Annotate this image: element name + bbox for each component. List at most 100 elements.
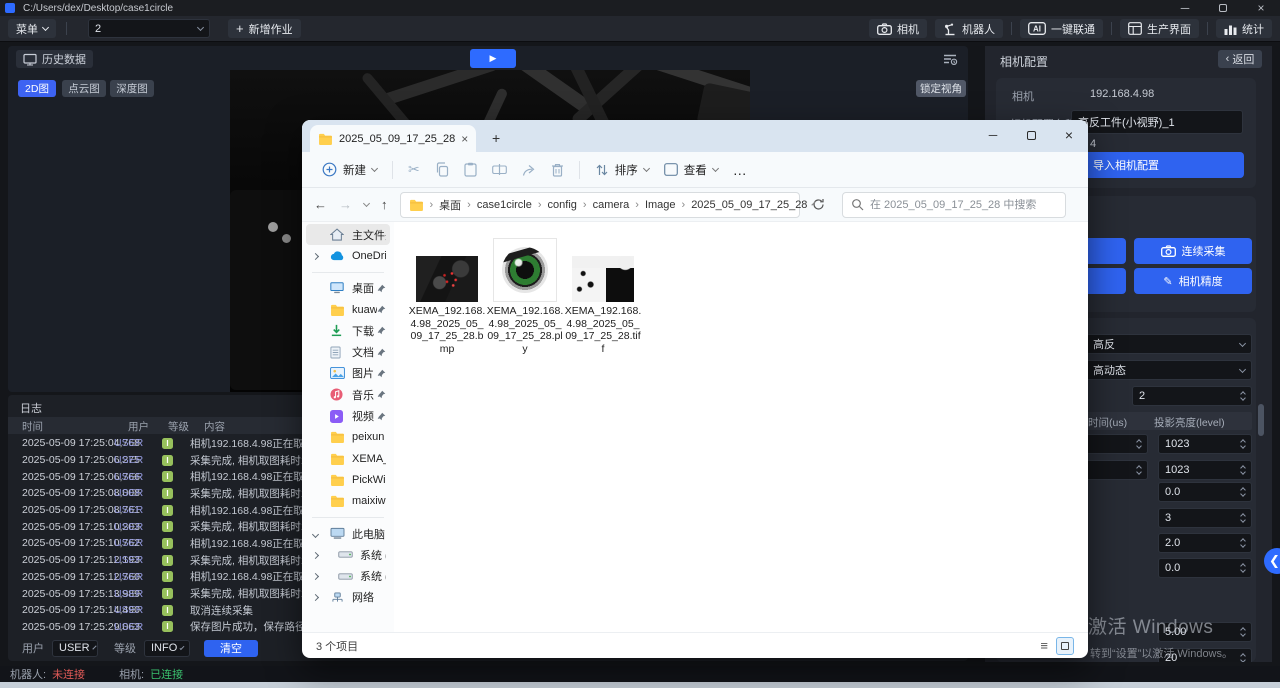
chevron-down-icon[interactable]	[313, 528, 318, 540]
new-tab-button[interactable]: +	[492, 130, 500, 146]
tab-close-icon[interactable]: ×	[461, 132, 468, 146]
mode-select-1[interactable]: 高反	[1086, 334, 1252, 354]
sidebar-item-drive-c[interactable]: 系统 (C:)	[306, 544, 390, 565]
param-spinner-2[interactable]: 3	[1158, 508, 1252, 528]
panel-scrollbar-thumb[interactable]	[1258, 404, 1264, 436]
rename-icon[interactable]	[492, 163, 507, 176]
back-button[interactable]: ‹ 返回	[1218, 50, 1262, 68]
new-job-button[interactable]: + 新增作业	[228, 19, 301, 38]
lock-view-button[interactable]: 锁定视角	[916, 80, 966, 97]
paste-icon[interactable]	[464, 162, 477, 177]
param-spinner-3[interactable]: 2.0	[1158, 533, 1252, 553]
sidebar-item-home[interactable]: 主文件夹	[306, 224, 390, 245]
delete-icon[interactable]	[551, 163, 564, 177]
filter-settings-icon[interactable]	[942, 52, 958, 66]
explorer-tab[interactable]: 2025_05_09_17_25_28 ×	[310, 125, 476, 152]
refresh-icon[interactable]	[812, 198, 825, 211]
exposure-count-value: 2	[1139, 390, 1145, 402]
back-nav-icon[interactable]: ←	[314, 197, 327, 212]
log-user: USER	[114, 487, 154, 499]
breadcrumb-segment[interactable]: config	[548, 199, 577, 211]
sidebar-item-network[interactable]: 网络	[306, 587, 390, 608]
sidebar-item-pictures[interactable]: 图片	[306, 363, 390, 384]
minimize-button[interactable]: ─	[1166, 0, 1204, 16]
sidebar-item-label: 文档	[352, 344, 374, 360]
list-view-icon[interactable]: ≡	[1040, 638, 1048, 653]
sidebar-item-peixun[interactable]: peixun	[306, 427, 390, 448]
log-user-filter-select[interactable]: USER	[52, 640, 98, 657]
file-item[interactable]: XEMA_192.168.4.98_2025_05_09_17_25_28.bm…	[408, 236, 486, 355]
chevron-right-icon[interactable]	[313, 549, 318, 561]
file-name: XEMA_192.168.4.98_2025_05_09_17_25_28.ti…	[564, 305, 642, 355]
menu-button[interactable]: 菜单	[8, 19, 56, 38]
continuous-capture-button[interactable]: 连续采集	[1134, 238, 1252, 264]
large-icons-view-icon[interactable]	[1056, 637, 1074, 655]
explorer-maximize-button[interactable]	[1012, 120, 1050, 150]
production-button[interactable]: 生产界面	[1120, 19, 1199, 38]
breadcrumb-segment[interactable]: camera	[593, 199, 630, 211]
play-button[interactable]: ▶	[470, 49, 516, 68]
brightness-spinner-2[interactable]: 1023	[1158, 460, 1252, 480]
breadcrumb-segment[interactable]: case1circle	[477, 199, 532, 211]
job-select[interactable]: 2	[88, 19, 210, 38]
history-data-button[interactable]: 历史数据	[16, 50, 93, 68]
file-item[interactable]: XEMA_192.168.4.98_2025_05_09_17_25_28.ti…	[564, 236, 642, 355]
sidebar-item-music[interactable]: 音乐	[306, 384, 390, 405]
copy-icon[interactable]	[435, 162, 449, 177]
ai-connect-button[interactable]: AI 一键联通	[1020, 19, 1103, 38]
tab-point-cloud[interactable]: 点云图	[62, 80, 106, 97]
more-options-button[interactable]: …	[733, 162, 747, 178]
view-button[interactable]: 查看	[664, 162, 718, 178]
tab-2d-image[interactable]: 2D图	[18, 80, 56, 97]
file-item[interactable]: XEMA_192.168.4.98_2025_05_09_17_25_28.pl…	[486, 236, 564, 355]
explorer-content[interactable]: XEMA_192.168.4.98_2025_05_09_17_25_28.bm…	[394, 222, 1088, 632]
sort-button[interactable]: 排序	[595, 162, 649, 178]
breadcrumb-segment[interactable]: 桌面	[439, 197, 461, 213]
drive-icon	[338, 550, 355, 559]
forward-nav-icon[interactable]: →	[339, 197, 352, 212]
brightness-spinner-1[interactable]: 1023	[1158, 434, 1252, 454]
explorer-minimize-button[interactable]: ─	[974, 120, 1012, 150]
exposure-count-spinner[interactable]: 2	[1132, 386, 1252, 406]
camera-button[interactable]: 相机	[869, 19, 927, 38]
breadcrumb-segment[interactable]: 2025_05_09_17_25_28	[691, 199, 807, 211]
chevron-right-icon[interactable]	[313, 250, 318, 262]
camera-accuracy-button[interactable]: ✎ 相机精度	[1134, 268, 1252, 294]
chevron-right-icon[interactable]	[313, 570, 318, 582]
param-spinner-1[interactable]: 0.0	[1158, 482, 1252, 502]
clear-log-button[interactable]: 清空	[204, 640, 258, 657]
config-name-input[interactable]	[1071, 110, 1243, 134]
param-spinner-4[interactable]: 0.0	[1158, 558, 1252, 578]
maximize-button[interactable]	[1204, 0, 1242, 16]
sidebar-item-maixiwuxuzhu[interactable]: maixiwuxuzhu	[306, 491, 390, 512]
sidebar-item-drive-d[interactable]: 系统 (D:)	[306, 565, 390, 586]
mode-select-2[interactable]: 高动态	[1086, 360, 1252, 380]
sidebar-item-xema-sdk[interactable]: XEMA_SDK_V	[306, 448, 390, 469]
explorer-close-button[interactable]: ×	[1050, 120, 1088, 150]
tab-depth-map[interactable]: 深度图	[110, 80, 154, 97]
stats-button[interactable]: 统计	[1216, 19, 1272, 38]
sidebar-item-kuawei-dat[interactable]: kuawei_dat	[306, 299, 390, 320]
search-input[interactable]	[870, 199, 1040, 211]
robot-button[interactable]: 机器人	[935, 19, 1003, 38]
log-content: 相机192.168.4.98正在取图	[190, 503, 314, 518]
share-icon[interactable]	[522, 163, 536, 177]
cut-icon[interactable]: ✂	[408, 161, 420, 178]
up-nav-icon[interactable]: ↑	[381, 197, 388, 212]
breadcrumb-segment[interactable]: Image	[645, 199, 676, 211]
recent-locations-icon[interactable]	[363, 200, 370, 207]
search-box[interactable]	[842, 192, 1066, 218]
sidebar-item-videos[interactable]: 视频	[306, 405, 390, 426]
sidebar-item-this-pc[interactable]: 此电脑	[306, 523, 390, 544]
close-button[interactable]: ×	[1242, 0, 1280, 16]
sidebar-item-downloads[interactable]: 下载	[306, 320, 390, 341]
chevron-right-icon[interactable]	[313, 591, 318, 603]
log-level-filter-select[interactable]: INFO	[144, 640, 190, 657]
new-button[interactable]: 新建	[322, 162, 377, 178]
sidebar-item-documents[interactable]: 文档	[306, 341, 390, 362]
sidebar-item-desktop[interactable]: 桌面	[306, 278, 390, 299]
breadcrumb[interactable]: › 桌面›case1circle›config›camera›Image›202…	[400, 192, 800, 218]
sidebar-item-label: 下载	[352, 323, 374, 339]
sidebar-item-pickwiz[interactable]: PickWiz	[306, 469, 390, 490]
sidebar-item-onedrive[interactable]: OneDrive	[306, 245, 390, 266]
